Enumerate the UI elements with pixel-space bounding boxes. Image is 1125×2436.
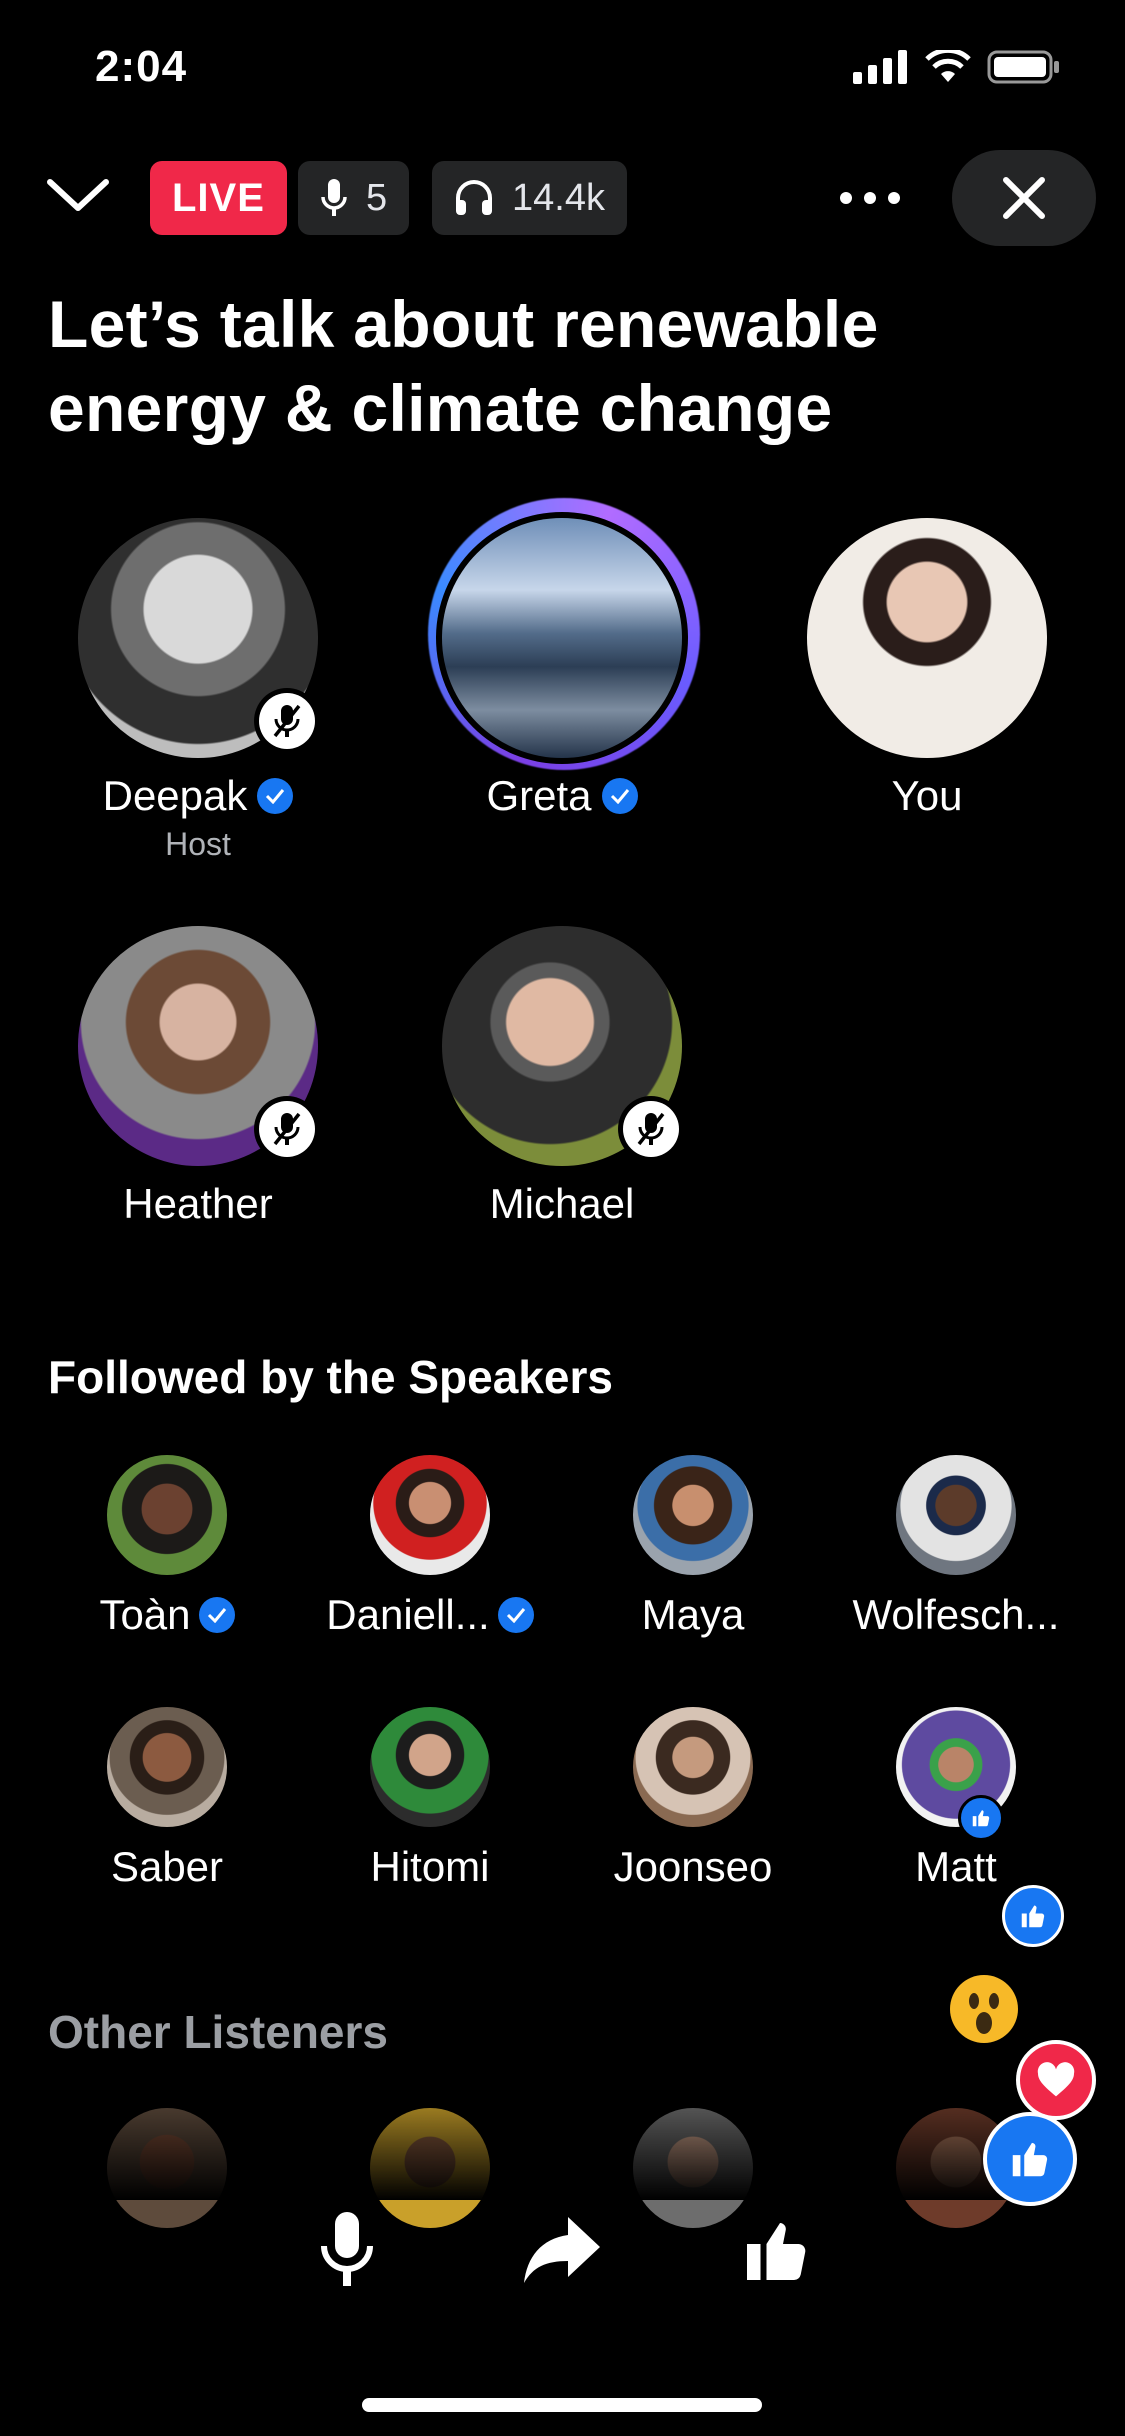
listeners-count-chip[interactable]: 14.4k	[432, 161, 627, 235]
speakers-count: 5	[366, 176, 388, 219]
microphone-icon	[321, 2212, 373, 2286]
listener-name: Wolfesch...	[852, 1591, 1060, 1638]
muted-badge	[254, 688, 320, 754]
verified-badge-icon	[257, 778, 294, 814]
avatar	[107, 1455, 227, 1575]
close-icon	[1003, 177, 1045, 219]
muted-badge	[618, 1096, 684, 1162]
listener-tile[interactable]: Hitomi	[300, 1707, 560, 1891]
followed-section-title: Followed by the Speakers	[48, 1351, 613, 1403]
like-button[interactable]	[737, 2210, 817, 2290]
other-listeners-title: Other Listeners	[48, 2006, 388, 2058]
avatar	[896, 1707, 1016, 1841]
share-icon	[524, 2217, 600, 2283]
microphone-icon	[321, 179, 347, 216]
muted-microphone-icon	[273, 1112, 301, 1146]
battery-icon	[987, 50, 1059, 84]
listener-name: Saber	[110, 1843, 224, 1890]
wifi-icon	[925, 50, 971, 82]
listener-tile[interactable]: Saber	[37, 1707, 297, 1891]
speaker-tile[interactable]: You	[777, 518, 1077, 820]
speaker-tile-active[interactable]: Greta	[412, 498, 712, 820]
status-icons	[853, 50, 1061, 84]
avatar	[896, 1455, 1016, 1575]
speaker-name: Greta	[486, 772, 592, 819]
listener-tile[interactable]: Matt	[826, 1707, 1086, 1891]
share-button[interactable]	[522, 2210, 602, 2290]
like-reaction-icon	[1002, 1885, 1064, 1947]
listener-name: Joonseo	[613, 1843, 773, 1890]
room-title: Let’s talk about renewable energy & clim…	[48, 287, 879, 445]
listener-name: Daniell...	[326, 1591, 490, 1638]
minimize-chevron-icon[interactable]	[46, 176, 110, 216]
speakers-count-chip[interactable]: 5	[298, 161, 410, 235]
live-label: LIVE	[172, 175, 265, 220]
speaker-name: Deepak	[102, 772, 248, 819]
listeners-count: 14.4k	[512, 176, 605, 219]
verified-badge-icon	[198, 1597, 235, 1633]
listener-tile[interactable]: Wolfesch...	[826, 1455, 1086, 1639]
listener-name: Matt	[915, 1843, 997, 1890]
avatar	[370, 1455, 490, 1575]
avatar	[633, 1455, 753, 1575]
wow-reaction-icon	[950, 1975, 1018, 2043]
listener-name: Maya	[641, 1591, 745, 1638]
speaker-role: Host	[165, 826, 231, 862]
status-time: 2:04	[95, 42, 188, 91]
speaker-tile[interactable]: Michael	[412, 926, 712, 1228]
avatar	[370, 1707, 490, 1827]
avatar	[78, 518, 320, 758]
listener-tile[interactable]: Daniell...	[300, 1455, 560, 1639]
avatar	[442, 926, 684, 1166]
listener-name: Hitomi	[370, 1843, 490, 1890]
muted-microphone-icon	[637, 1112, 665, 1146]
microphone-button[interactable]	[307, 2210, 387, 2290]
bottom-fade	[0, 2080, 1125, 2200]
audio-room-screen: 2:04 LIVE 5 14.4k Let’s talk about renew…	[0, 0, 1125, 2436]
like-reaction-icon	[958, 1795, 1004, 1841]
speaker-name: Heather	[123, 1180, 273, 1227]
avatar	[633, 1707, 753, 1827]
live-badge: LIVE	[150, 161, 287, 235]
listener-tile[interactable]: Toàn	[37, 1455, 297, 1639]
home-indicator[interactable]	[362, 2398, 762, 2412]
avatar	[107, 1707, 227, 1827]
more-options-icon[interactable]	[840, 180, 900, 216]
listener-tile[interactable]: Joonseo	[563, 1707, 823, 1891]
heart-reaction-icon	[1016, 2040, 1096, 2120]
avatar	[78, 926, 320, 1166]
muted-microphone-icon	[273, 704, 301, 738]
headphones-icon	[456, 180, 492, 215]
cellular-signal-icon	[853, 50, 907, 84]
listener-name: Toàn	[99, 1591, 191, 1638]
close-button[interactable]	[952, 150, 1096, 246]
listener-tile[interactable]: Maya	[563, 1455, 823, 1639]
speaker-name: You	[891, 772, 963, 819]
verified-badge-icon	[601, 778, 638, 814]
avatar	[807, 518, 1047, 758]
like-reaction-icon	[983, 2112, 1077, 2206]
muted-badge	[254, 1096, 320, 1162]
verified-badge-icon	[497, 1597, 534, 1633]
speaker-name: Michael	[489, 1180, 635, 1227]
avatar	[428, 498, 700, 770]
thumbs-up-icon	[747, 2223, 806, 2280]
speaker-tile[interactable]: Deepak Host	[48, 518, 348, 863]
speaker-tile[interactable]: Heather	[48, 926, 348, 1228]
